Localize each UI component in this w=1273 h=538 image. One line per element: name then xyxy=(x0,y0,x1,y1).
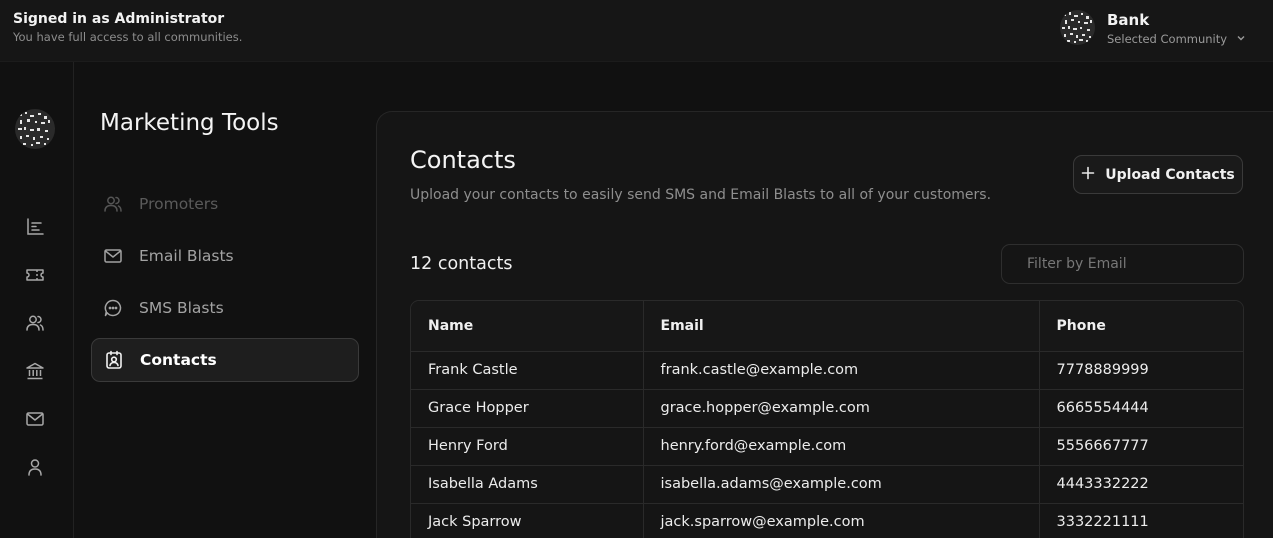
table-header-row: Name Email Phone xyxy=(411,301,1243,352)
community-label: Selected Community xyxy=(1107,32,1228,46)
column-header-phone: Phone xyxy=(1039,301,1243,352)
nav-item-label: Email Blasts xyxy=(139,247,234,265)
nav-item-label: Contacts xyxy=(140,351,217,369)
bar-chart-icon[interactable] xyxy=(23,215,47,239)
signed-in-subtitle: You have full access to all communities. xyxy=(13,30,243,44)
contacts-panel: Contacts Upload your contacts to easily … xyxy=(376,111,1273,538)
icon-rail xyxy=(0,62,74,538)
nav-item-label: SMS Blasts xyxy=(139,299,224,317)
mail-icon xyxy=(103,246,123,266)
nav-item-contacts[interactable]: Contacts xyxy=(91,338,359,382)
message-circle-icon xyxy=(103,298,123,318)
chevron-down-icon[interactable] xyxy=(1235,32,1247,47)
column-header-email: Email xyxy=(643,301,1040,352)
signed-in-title: Signed in as Administrator xyxy=(13,11,225,27)
cell-email: henry.ford@example.com xyxy=(643,427,1040,466)
table-row[interactable]: Jack Sparrow jack.sparrow@example.com 33… xyxy=(411,503,1243,538)
nav-item-label: Promoters xyxy=(139,195,219,213)
column-header-name: Name xyxy=(411,301,644,352)
community-avatar xyxy=(1060,10,1095,45)
cell-email: grace.hopper@example.com xyxy=(643,389,1040,428)
cell-email: isabella.adams@example.com xyxy=(643,465,1040,504)
contact-card-icon xyxy=(104,350,124,370)
plus-icon xyxy=(1081,166,1095,184)
cell-name: Jack Sparrow xyxy=(411,503,644,538)
top-bar: Signed in as Administrator You have full… xyxy=(0,0,1273,62)
contacts-count: 12 contacts xyxy=(410,254,513,274)
cell-name: Isabella Adams xyxy=(411,465,644,504)
cell-name: Henry Ford xyxy=(411,427,644,466)
community-avatar-rail[interactable] xyxy=(15,109,55,149)
table-row[interactable]: Henry Ford henry.ford@example.com 555666… xyxy=(411,427,1243,466)
users-icon xyxy=(103,194,123,214)
ticket-icon[interactable] xyxy=(23,263,47,287)
cell-name: Frank Castle xyxy=(411,351,644,390)
table-row[interactable]: Grace Hopper grace.hopper@example.com 66… xyxy=(411,389,1243,428)
mail-icon[interactable] xyxy=(23,407,47,431)
page-title: Contacts xyxy=(410,146,516,174)
cell-phone: 7778889999 xyxy=(1039,351,1243,390)
cell-name: Grace Hopper xyxy=(411,389,644,428)
cell-phone: 4443332222 xyxy=(1039,465,1243,504)
users-icon[interactable] xyxy=(23,311,47,335)
table-row[interactable]: Isabella Adams isabella.adams@example.co… xyxy=(411,465,1243,504)
nav-title: Marketing Tools xyxy=(100,110,279,136)
cell-email: jack.sparrow@example.com xyxy=(643,503,1040,538)
cell-phone: 5556667777 xyxy=(1039,427,1243,466)
bank-icon[interactable] xyxy=(23,359,47,383)
nav-item-email-blasts[interactable]: Email Blasts xyxy=(91,234,359,278)
table-row[interactable]: Frank Castle frank.castle@example.com 77… xyxy=(411,351,1243,390)
upload-contacts-button[interactable]: Upload Contacts xyxy=(1073,155,1243,194)
page-subtitle: Upload your contacts to easily send SMS … xyxy=(410,187,992,203)
cell-phone: 6665554444 xyxy=(1039,389,1243,428)
cell-phone: 3332221111 xyxy=(1039,503,1243,538)
nav-item-sms-blasts[interactable]: SMS Blasts xyxy=(91,286,359,330)
cell-email: frank.castle@example.com xyxy=(643,351,1040,390)
contacts-table: Name Email Phone Frank Castle frank.cast… xyxy=(410,300,1244,538)
marketing-tools-nav: Marketing Tools Promoters Email Blasts S… xyxy=(74,62,374,538)
community-name: Bank xyxy=(1107,11,1150,29)
upload-contacts-label: Upload Contacts xyxy=(1105,166,1235,183)
community-selector[interactable]: Bank Selected Community xyxy=(1060,10,1260,50)
filter-email-input[interactable] xyxy=(1001,244,1244,284)
nav-item-promoters[interactable]: Promoters xyxy=(91,182,359,226)
user-icon[interactable] xyxy=(23,455,47,479)
